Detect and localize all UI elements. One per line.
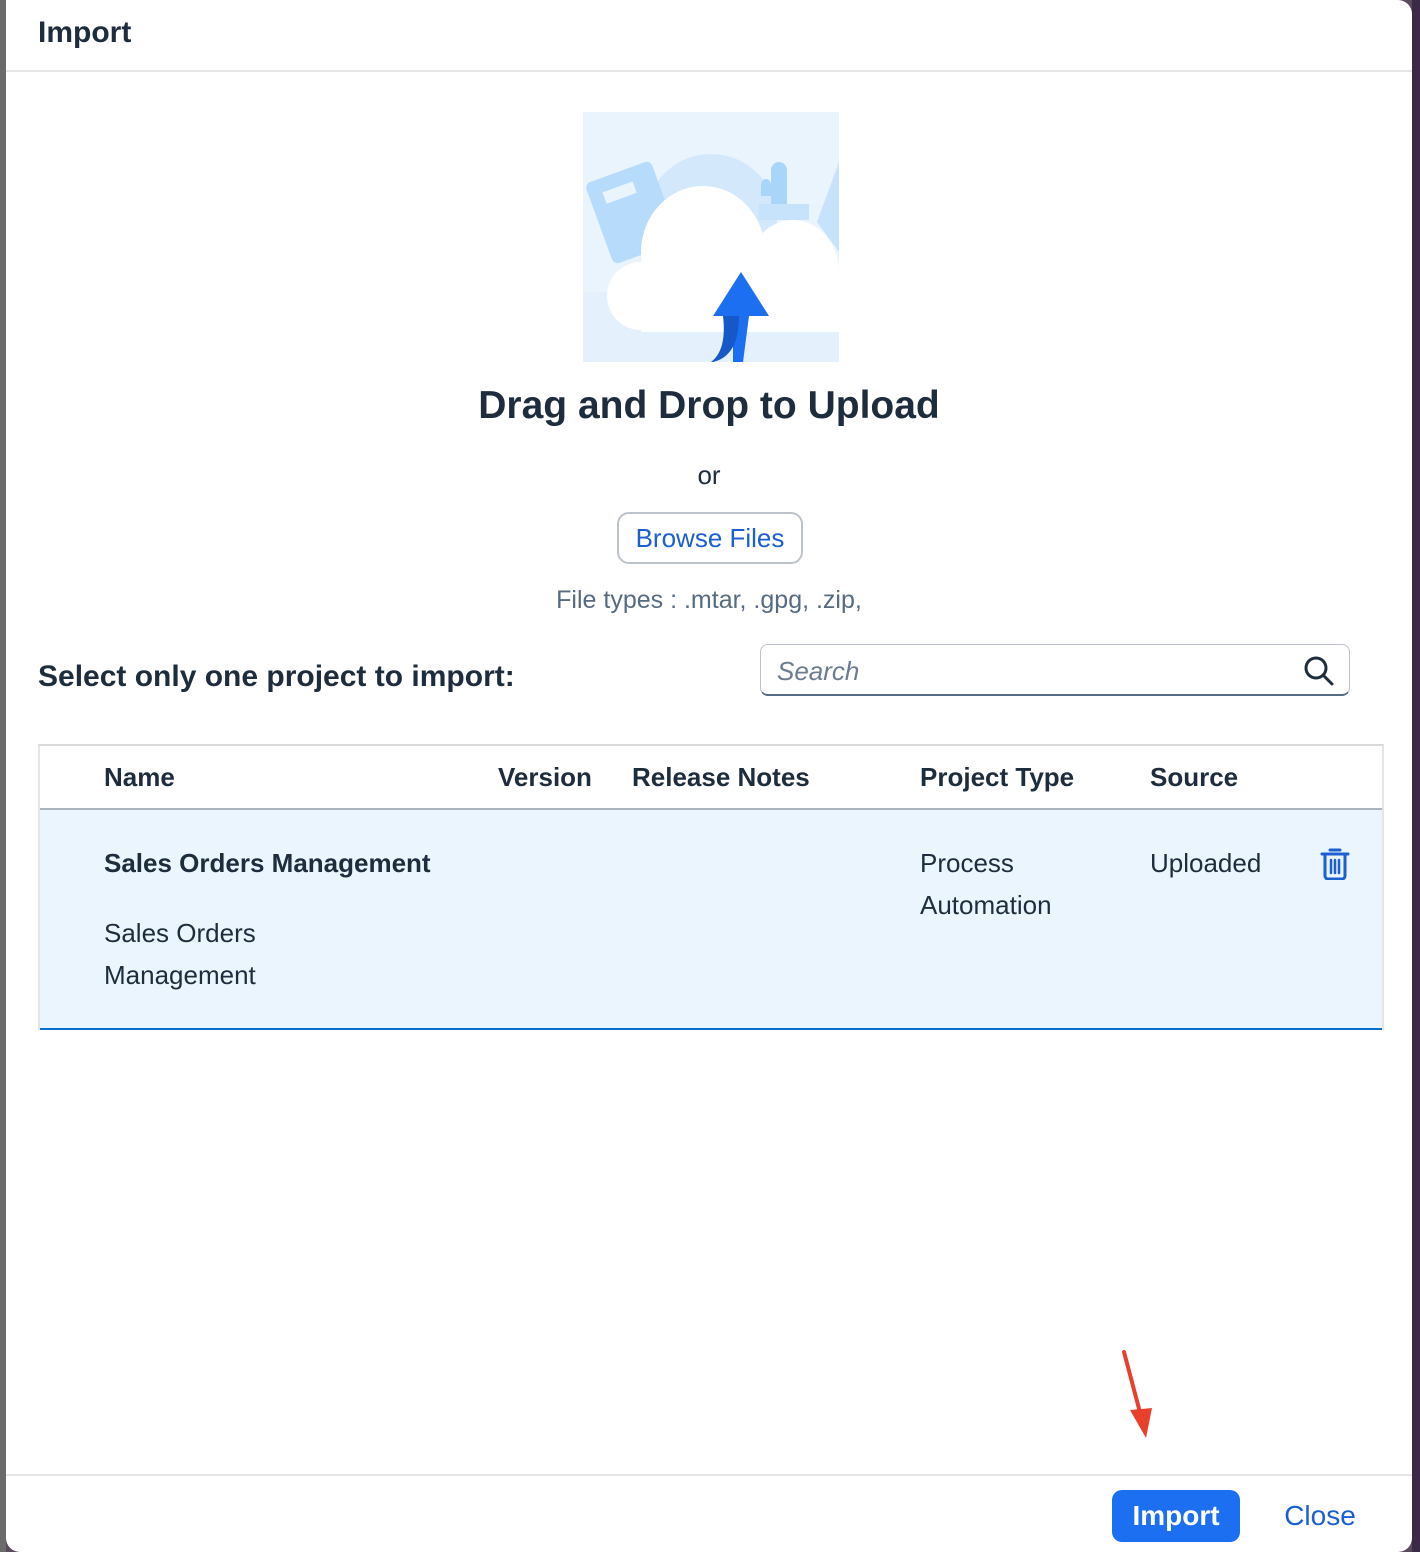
table-header: Name Version Release Notes Project Type … <box>40 746 1382 810</box>
project-type-line2: Automation <box>920 890 1052 920</box>
import-button[interactable]: Import <box>1112 1490 1240 1542</box>
projects-table: Name Version Release Notes Project Type … <box>38 744 1384 1030</box>
search-input[interactable] <box>775 651 1279 691</box>
import-dialog: Import Drag and Drop to Upload or Browse… <box>6 0 1412 1552</box>
dialog-header: Import <box>6 0 1412 72</box>
column-header-name: Name <box>104 762 175 792</box>
browse-files-button[interactable]: Browse Files <box>617 512 803 564</box>
project-description-line1: Sales Orders <box>104 918 256 948</box>
project-type-line1: Process <box>920 848 1014 878</box>
dialog-title: Import <box>38 16 132 49</box>
upload-title: Drag and Drop to Upload <box>478 384 940 427</box>
upload-cloud-illustration <box>583 112 839 362</box>
search-icon[interactable] <box>1303 655 1335 687</box>
project-source: Uploaded <box>1150 848 1262 878</box>
search-field <box>760 644 1350 696</box>
backdrop-right <box>1412 0 1420 1552</box>
select-project-label: Select only one project to import: <box>38 660 515 693</box>
table-row[interactable]: Sales Orders Management Sales Orders Man… <box>40 810 1382 1030</box>
close-button[interactable]: Close <box>1268 1490 1372 1542</box>
column-header-project-type: Project Type <box>920 762 1075 792</box>
delete-icon[interactable] <box>1320 846 1350 880</box>
annotation-arrow-icon <box>1122 1350 1152 1438</box>
project-name: Sales Orders Management <box>104 848 431 878</box>
or-text: or <box>697 460 721 490</box>
file-types-hint: File types : .mtar, .gpg, .zip, <box>556 586 862 614</box>
column-header-release-notes: Release Notes <box>632 762 810 792</box>
project-description-line2: Management <box>104 960 256 990</box>
dialog-footer: Import Close <box>6 1474 1412 1552</box>
column-header-version: Version <box>498 762 592 792</box>
column-header-source: Source <box>1150 762 1239 792</box>
